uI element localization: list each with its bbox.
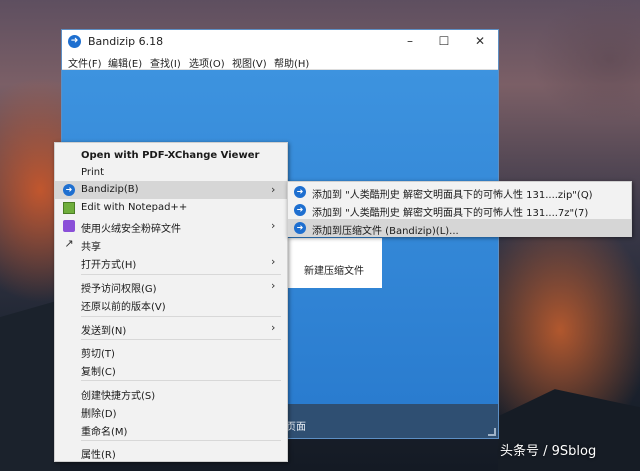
resize-grip-icon[interactable] [488,428,496,436]
close-button[interactable]: ✕ [472,33,488,49]
menu-item-notepad[interactable]: Edit with Notepad++ [55,199,287,217]
menu-item-label: Edit with Notepad++ [81,202,188,213]
menu-item-label: 发送到(N) [81,326,127,337]
chevron-right-icon: › [271,183,276,196]
menu-edit[interactable]: 编辑(E) [108,55,142,70]
menu-item-bandizip[interactable]: ➜ Bandizip(B) › [55,181,287,199]
submenu-item-label: 添加到压缩文件 (Bandizip)(L)... [312,226,459,237]
menu-file[interactable]: 文件(F) [68,55,102,70]
menu-item-huorong-shred[interactable]: 使用火绒安全粉碎文件 › [55,217,287,235]
menu-view[interactable]: 视图(V) [232,55,267,70]
menu-item-label: 授予访问权限(G) [81,284,157,295]
menu-separator [81,339,281,340]
menu-item-cut[interactable]: 剪切(T) [55,342,287,360]
context-menu: Open with PDF-XChange Viewer Print ➜ Ban… [54,142,288,462]
watermark: 头条号 / 9Sblog [500,444,597,459]
menu-separator [81,316,281,317]
menu-item-open-with[interactable]: 打开方式(H) › [55,253,287,271]
menu-item-label: 属性(R) [81,450,116,461]
submenu-item-add-zip[interactable]: ➜ 添加到 "人类酷刑史 解密文明面具下的可怖人性 131....zip"(Q) [288,183,631,201]
menu-item-label: 打开方式(H) [81,260,137,271]
menu-separator [81,380,281,381]
menu-item-delete[interactable]: 删除(D) [55,402,287,420]
bandizip-icon: ➜ [294,204,306,216]
menu-item-label: Print [81,167,105,178]
menu-item-open-pdf-xchange[interactable]: Open with PDF-XChange Viewer [55,147,287,165]
bandizip-icon: ➜ [294,186,306,198]
menu-item-label: Bandizip(B) [81,184,139,195]
submenu-item-add-archive[interactable]: ➜ 添加到压缩文件 (Bandizip)(L)... [288,219,631,237]
menu-options[interactable]: 选项(O) [189,55,225,70]
huorong-icon [63,220,75,232]
submenu-item-label: 添加到 "人类酷刑史 解密文明面具下的可怖人性 131....zip"(Q) [312,190,593,201]
menu-separator [81,274,281,275]
chevron-right-icon: › [271,321,276,334]
menu-item-print[interactable]: Print [55,164,287,182]
menu-item-send-to[interactable]: 发送到(N) › [55,319,287,337]
bandizip-app-icon: ➜ [68,35,81,48]
menu-item-copy[interactable]: 复制(C) [55,360,287,378]
chevron-right-icon: › [271,255,276,268]
menu-item-label: 还原以前的版本(V) [81,302,166,313]
share-icon: ↗ [64,237,74,250]
bandizip-icon: ➜ [294,222,306,234]
menu-find[interactable]: 查找(I) [150,55,181,70]
menu-help[interactable]: 帮助(H) [274,55,309,70]
menu-item-share[interactable]: ↗ 共享 [55,235,287,254]
menu-item-restore-versions[interactable]: 还原以前的版本(V) [55,295,287,313]
mountain-left [0,300,60,471]
title-bar: ➜ Bandizip 6.18 – ☐ ✕ [62,30,498,53]
submenu-item-label: 添加到 "人类酷刑史 解密文明面具下的可怖人性 131....7z"(7) [312,208,589,219]
bandizip-icon: ➜ [63,184,75,196]
menu-item-grant-access[interactable]: 授予访问权限(G) › [55,277,287,295]
notepad-icon [63,202,75,214]
menu-item-properties[interactable]: 属性(R) [55,443,287,461]
menu-item-label: 删除(D) [81,409,117,420]
menu-item-label: 重命名(M) [81,427,128,438]
submenu-item-add-7z[interactable]: ➜ 添加到 "人类酷刑史 解密文明面具下的可怖人性 131....7z"(7) [288,201,631,219]
new-archive-tile[interactable]: 新建压缩文件 [288,238,382,288]
menu-item-label: Open with PDF-XChange Viewer [81,150,260,161]
window-title: Bandizip 6.18 [88,35,164,48]
menu-item-rename[interactable]: 重命名(M) [55,420,287,438]
menu-item-label: 使用火绒安全粉碎文件 [81,224,181,235]
menu-item-label: 创建快捷方式(S) [81,391,156,402]
bandizip-submenu: ➜ 添加到 "人类酷刑史 解密文明面具下的可怖人性 131....zip"(Q)… [287,181,632,237]
minimize-button[interactable]: – [402,33,418,49]
menu-item-label: 复制(C) [81,367,116,378]
maximize-button[interactable]: ☐ [436,33,452,49]
menu-item-create-shortcut[interactable]: 创建快捷方式(S) [55,384,287,402]
menu-separator [81,440,281,441]
menu-bar: 文件(F) 编辑(E) 查找(I) 选项(O) 视图(V) 帮助(H) [62,53,498,70]
chevron-right-icon: › [271,219,276,232]
status-home-text[interactable]: 页面 [286,418,306,433]
menu-item-label: 剪切(T) [81,349,115,360]
new-archive-label: 新建压缩文件 [304,266,364,277]
menu-item-label: 共享 [81,242,101,253]
chevron-right-icon: › [271,279,276,292]
